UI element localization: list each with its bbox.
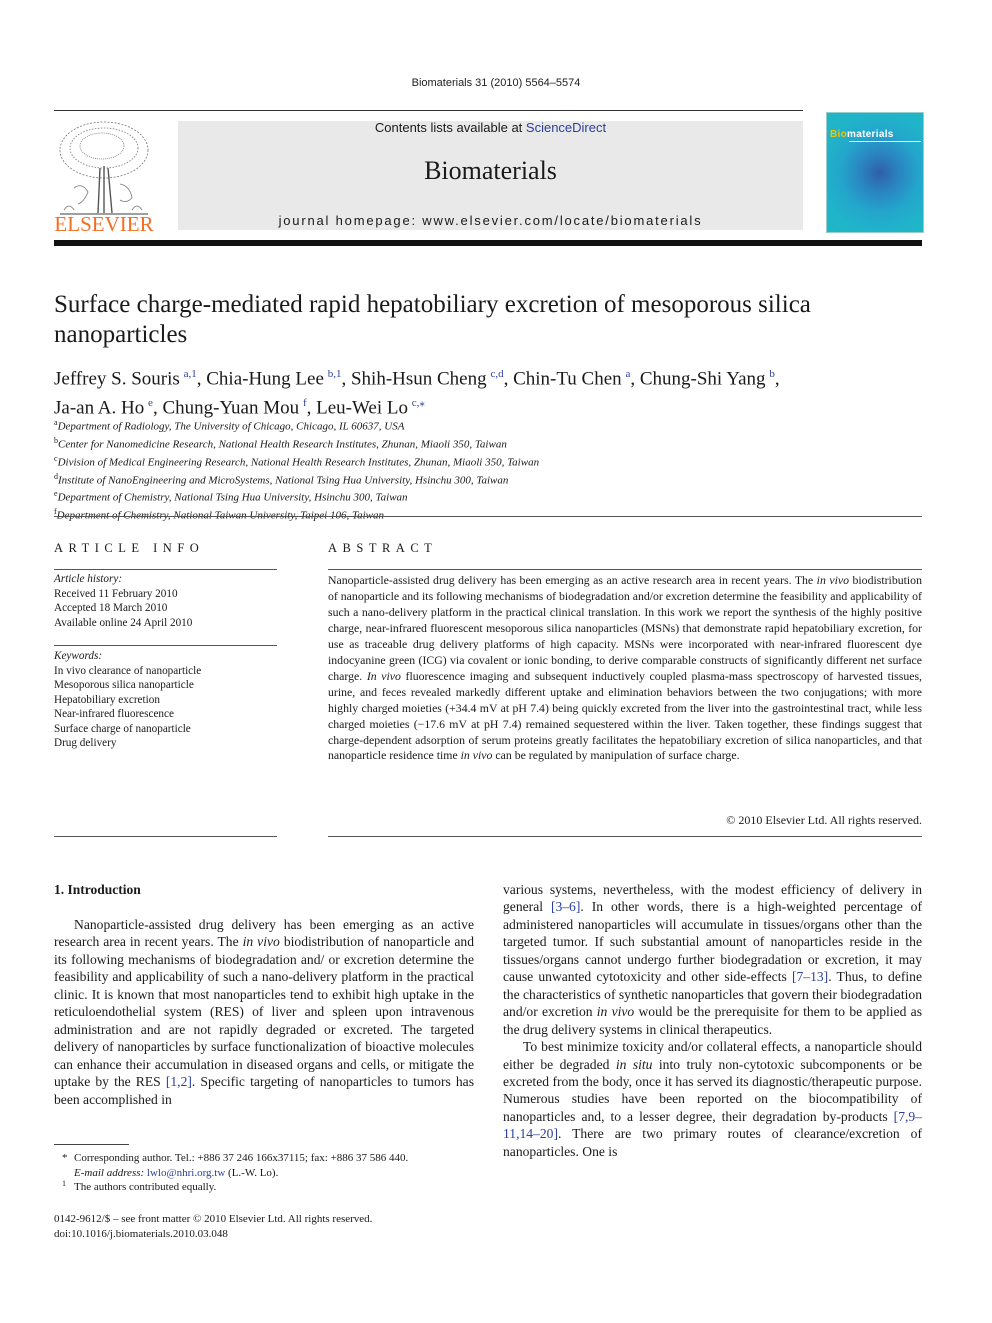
author-list: Jeffrey S. Souris a,1, Chia-Hung Lee b,1…: [54, 368, 780, 419]
author-affiliation-marker[interactable]: b: [769, 368, 775, 380]
footnote-corresponding: * Corresponding author. Tel.: +886 37 24…: [62, 1152, 409, 1179]
reference-link[interactable]: [7–13]: [792, 969, 828, 984]
author[interactable]: Jeffrey S. Souris: [54, 368, 180, 389]
divider: [54, 516, 922, 517]
affiliation: aDepartment of Radiology, The University…: [54, 418, 405, 433]
author-affiliation-marker[interactable]: b,1: [328, 368, 342, 380]
author[interactable]: Chia-Hung Lee: [206, 368, 324, 389]
keyword: Hepatobiliary excretion: [54, 693, 160, 706]
header-divider: [54, 110, 803, 111]
keyword: In vivo clearance of nanoparticle: [54, 664, 202, 677]
online-date: Available online 24 April 2010: [54, 616, 193, 629]
elsevier-wordmark: ELSEVIER: [54, 212, 153, 234]
section-heading-introduction: 1. Introduction: [54, 882, 141, 897]
abstract-text: Nanoparticle-assisted drug delivery has …: [328, 573, 922, 763]
article-history: Article history: Received 11 February 20…: [54, 572, 192, 630]
divider: [54, 645, 277, 646]
received-date: Received 11 February 2010: [54, 587, 178, 600]
affiliation-list: aDepartment of Radiology, The University…: [54, 416, 539, 523]
history-label: Article history:: [54, 573, 123, 585]
front-matter: 0142-9612/$ – see front matter © 2010 El…: [54, 1212, 372, 1242]
article-info-heading: ARTICLE INFO: [54, 541, 205, 555]
journal-name: Biomaterials: [424, 156, 557, 185]
journal-homepage-link[interactable]: journal homepage: www.elsevier.com/locat…: [178, 213, 803, 228]
sciencedirect-link[interactable]: ScienceDirect: [526, 120, 606, 135]
footnote-mark: 1: [62, 1179, 66, 1188]
author-affiliation-marker[interactable]: a,1: [184, 368, 197, 380]
body-column-right: various systems, nevertheless, with the …: [503, 881, 922, 1160]
author-affiliation-marker[interactable]: c,d: [490, 368, 503, 380]
elsevier-tree-icon: ELSEVIER: [54, 121, 154, 236]
affiliation: cDivision of Medical Engineering Researc…: [54, 453, 540, 469]
keyword: Mesoporous silica nanoparticle: [54, 679, 194, 691]
keyword: Near-infrared fluorescence: [54, 708, 174, 720]
paragraph: various systems, nevertheless, with the …: [503, 882, 922, 1037]
footnote-divider: [54, 1144, 129, 1145]
elsevier-logo[interactable]: ELSEVIER: [54, 118, 154, 236]
abstract-copyright: © 2010 Elsevier Ltd. All rights reserved…: [726, 813, 922, 827]
divider: [54, 836, 277, 837]
contents-line: Contents lists available at ScienceDirec…: [178, 120, 803, 135]
affiliation: eDepartment of Chemistry, National Tsing…: [54, 489, 408, 505]
affiliation: fDepartment of Chemistry, National Taiwa…: [54, 507, 384, 522]
email-link[interactable]: lwlo@nhri.org.tw: [147, 1167, 225, 1179]
body-column-left: Nanoparticle-assisted drug delivery has …: [54, 916, 474, 1108]
cover-rule: [849, 141, 921, 142]
abstract-heading: ABSTRACT: [328, 541, 438, 555]
paragraph: Nanoparticle-assisted drug delivery has …: [54, 917, 475, 1107]
author-affiliation-marker[interactable]: e: [148, 397, 153, 409]
affiliation: bCenter for Nanomedicine Research, Natio…: [54, 435, 507, 451]
affiliation: dInstitute of NanoEngineering and MicroS…: [54, 471, 509, 487]
contents-prefix: Contents lists available at: [374, 120, 526, 135]
cover-title: Biomaterials: [830, 129, 894, 140]
author-affiliation-marker[interactable]: f: [303, 397, 307, 409]
article-title: Surface charge-mediated rapid hepatobili…: [54, 291, 811, 348]
author-affiliation-marker[interactable]: a: [625, 368, 630, 380]
issn-line: 0142-9612/$ – see front matter © 2010 El…: [54, 1213, 373, 1225]
footnote-equal-contribution: 1 The authors contributed equally.: [62, 1179, 217, 1193]
keyword: Drug delivery: [54, 737, 117, 749]
author[interactable]: Chung-Shi Yang: [640, 368, 766, 389]
footnotes: * Corresponding author. Tel.: +886 37 24…: [54, 1151, 484, 1195]
asterisk-mark: *: [62, 1152, 68, 1164]
doi[interactable]: doi:10.1016/j.biomaterials.2010.03.048: [54, 1227, 372, 1242]
journal-cover-image[interactable]: Biomaterials: [826, 112, 924, 233]
divider: [328, 836, 922, 837]
journal-citation: Biomaterials 31 (2010) 5564–5574: [411, 77, 581, 89]
divider: [54, 569, 277, 570]
header-thick-divider: [54, 240, 922, 246]
reference-link[interactable]: [3–6]: [551, 899, 580, 914]
paragraph: To best minimize toxicity and/or collate…: [503, 1039, 922, 1159]
author-affiliation-marker[interactable]: c,⁎: [412, 397, 425, 409]
author[interactable]: Shih-Hsun Cheng: [351, 368, 487, 389]
keywords: Keywords: In vivo clearance of nanoparti…: [54, 649, 201, 751]
reference-link[interactable]: [1,2]: [166, 1074, 192, 1089]
keyword: Surface charge of nanoparticle: [54, 722, 191, 735]
accepted-date: Accepted 18 March 2010: [54, 602, 168, 614]
keywords-label: Keywords:: [54, 650, 103, 662]
author[interactable]: Chin-Tu Chen: [513, 368, 622, 389]
divider: [328, 569, 922, 570]
